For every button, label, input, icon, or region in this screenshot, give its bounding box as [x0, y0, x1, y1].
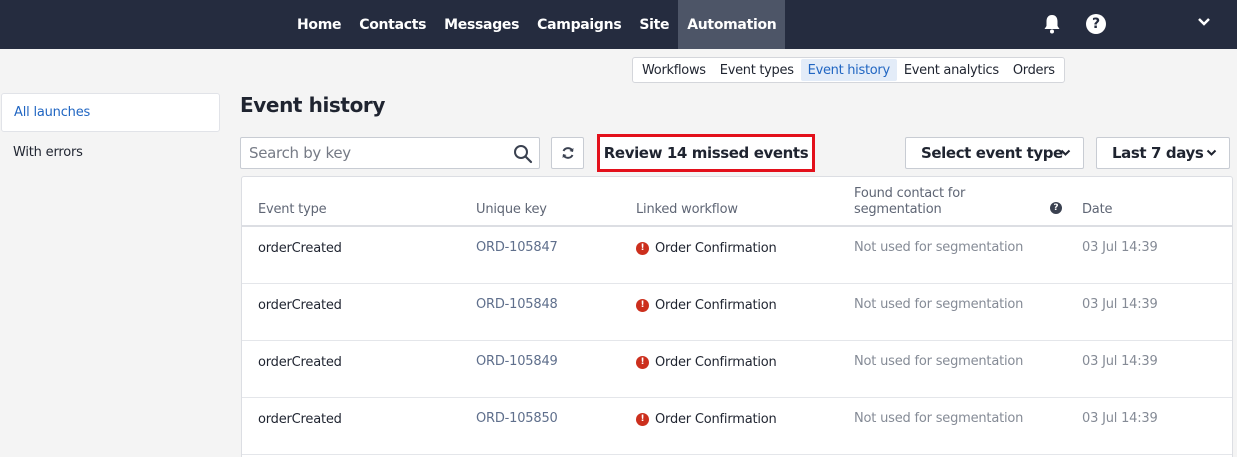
- linked-workflow-cell[interactable]: ! Order Confirmation: [636, 241, 777, 256]
- linked-workflow-cell[interactable]: ! Order Confirmation: [636, 412, 777, 427]
- table-row[interactable]: orderCreated ORD-105848 ! Order Confirma…: [242, 284, 1232, 341]
- event-type-cell: orderCreated: [258, 355, 342, 370]
- linked-workflow-cell[interactable]: ! Order Confirmation: [636, 355, 777, 370]
- date-cell: 03 Jul 14:39: [1082, 411, 1158, 426]
- sidebar-item-all-launches[interactable]: All launches: [1, 93, 220, 132]
- automation-subtabs: Workflows Event types Event history Even…: [632, 57, 1065, 83]
- period-select-label: Last 7 days: [1112, 144, 1204, 162]
- linked-workflow-label: Order Confirmation: [655, 298, 777, 313]
- segmentation-cell: Not used for segmentation: [854, 240, 1024, 255]
- bell-icon[interactable]: [1043, 14, 1061, 34]
- chevron-down-icon: [1060, 149, 1071, 156]
- linked-workflow-label: Order Confirmation: [655, 241, 777, 256]
- period-select[interactable]: Last 7 days: [1096, 137, 1230, 169]
- nav-item-messages[interactable]: Messages: [435, 0, 528, 49]
- event-type-select-label: Select event type: [921, 144, 1063, 162]
- segmentation-cell: Not used for segmentation: [854, 411, 1024, 426]
- event-type-cell: orderCreated: [258, 412, 342, 427]
- table-row[interactable]: orderCreated ORD-105849 ! Order Confirma…: [242, 341, 1232, 398]
- nav-item-campaigns[interactable]: Campaigns: [528, 0, 630, 49]
- column-header-event-type: Event type: [258, 202, 327, 217]
- table-row[interactable]: orderCreated ORD-105850 ! Order Confirma…: [242, 398, 1232, 455]
- search-box: [240, 137, 540, 169]
- help-icon[interactable]: ?: [1050, 202, 1062, 214]
- page-title: Event history: [240, 93, 386, 117]
- tab-event-types[interactable]: Event types: [713, 59, 801, 81]
- tab-workflows[interactable]: Workflows: [635, 59, 713, 81]
- unique-key-link[interactable]: ORD-105850: [476, 411, 558, 426]
- unique-key-link[interactable]: ORD-105849: [476, 354, 558, 369]
- tab-event-history[interactable]: Event history: [800, 59, 897, 81]
- refresh-button[interactable]: [551, 137, 584, 169]
- column-header-unique-key: Unique key: [476, 202, 547, 217]
- tab-event-analytics[interactable]: Event analytics: [897, 59, 1006, 81]
- linked-workflow-cell[interactable]: ! Order Confirmation: [636, 298, 777, 313]
- linked-workflow-label: Order Confirmation: [655, 355, 777, 370]
- date-cell: 03 Jul 14:39: [1082, 297, 1158, 312]
- column-header-date: Date: [1082, 202, 1113, 217]
- date-cell: 03 Jul 14:39: [1082, 354, 1158, 369]
- tab-orders[interactable]: Orders: [1006, 59, 1062, 81]
- refresh-icon: [562, 147, 573, 159]
- event-history-table: Event type Unique key Linked workflow Fo…: [241, 176, 1233, 457]
- review-missed-events-button[interactable]: Review 14 missed events: [597, 134, 815, 172]
- help-icon[interactable]: ?: [1086, 14, 1106, 34]
- linked-workflow-label: Order Confirmation: [655, 412, 777, 427]
- event-type-cell: orderCreated: [258, 241, 342, 256]
- error-icon: !: [636, 413, 649, 426]
- sidebar-item-with-errors[interactable]: With errors: [1, 133, 220, 172]
- column-header-found-contact: Found contact for segmentation: [854, 186, 966, 217]
- nav-item-site[interactable]: Site: [630, 0, 678, 49]
- unique-key-link[interactable]: ORD-105847: [476, 240, 558, 255]
- segmentation-cell: Not used for segmentation: [854, 297, 1024, 312]
- top-nav-bar: Home Contacts Messages Campaigns Site Au…: [0, 0, 1237, 49]
- nav-item-automation[interactable]: Automation: [678, 0, 786, 49]
- column-header-linked-workflow: Linked workflow: [636, 202, 738, 217]
- table-header: Event type Unique key Linked workflow Fo…: [242, 177, 1232, 227]
- account-chevron-down-icon[interactable]: [1197, 17, 1211, 27]
- segmentation-cell: Not used for segmentation: [854, 354, 1024, 369]
- unique-key-link[interactable]: ORD-105848: [476, 297, 558, 312]
- search-input[interactable]: [241, 138, 501, 168]
- error-icon: !: [636, 299, 649, 312]
- error-icon: !: [636, 356, 649, 369]
- event-type-select[interactable]: Select event type: [905, 137, 1084, 169]
- search-icon[interactable]: [513, 144, 533, 164]
- main-nav: Home Contacts Messages Campaigns Site Au…: [288, 0, 786, 49]
- chevron-down-icon: [1206, 149, 1217, 156]
- nav-item-home[interactable]: Home: [288, 0, 350, 49]
- error-icon: !: [636, 242, 649, 255]
- table-row[interactable]: orderCreated ORD-105847 ! Order Confirma…: [242, 227, 1232, 284]
- event-type-cell: orderCreated: [258, 298, 342, 313]
- nav-item-contacts[interactable]: Contacts: [350, 0, 435, 49]
- date-cell: 03 Jul 14:39: [1082, 240, 1158, 255]
